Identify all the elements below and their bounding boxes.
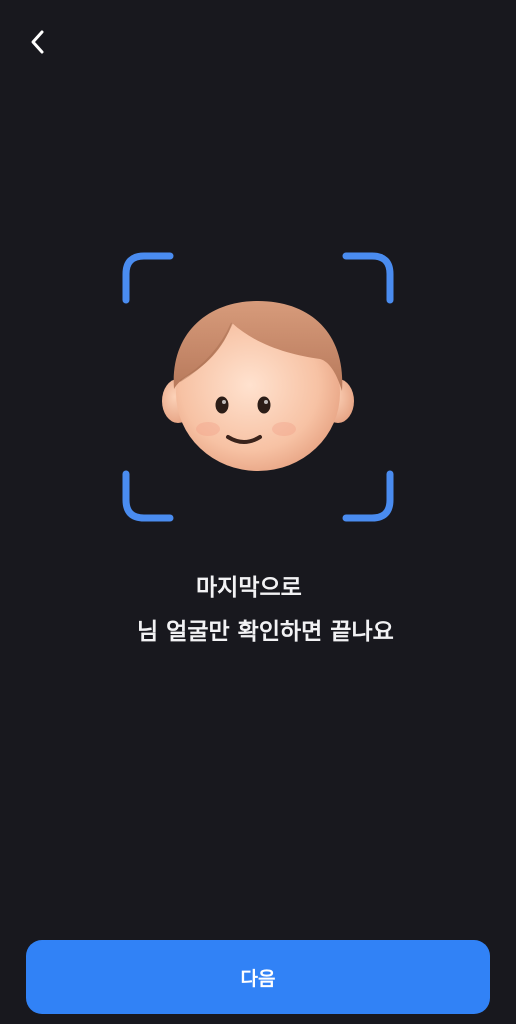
left-eye	[215, 396, 229, 414]
message-line-2: 님 얼굴만 확인하면 끝나요	[137, 619, 394, 645]
chevron-left-icon	[28, 28, 48, 56]
face-avatar-illustration	[160, 293, 356, 483]
next-button[interactable]: 다음	[26, 940, 490, 1014]
back-button[interactable]	[18, 22, 58, 62]
right-eye	[257, 396, 271, 414]
message-line-1: 마지막으로	[196, 575, 302, 601]
